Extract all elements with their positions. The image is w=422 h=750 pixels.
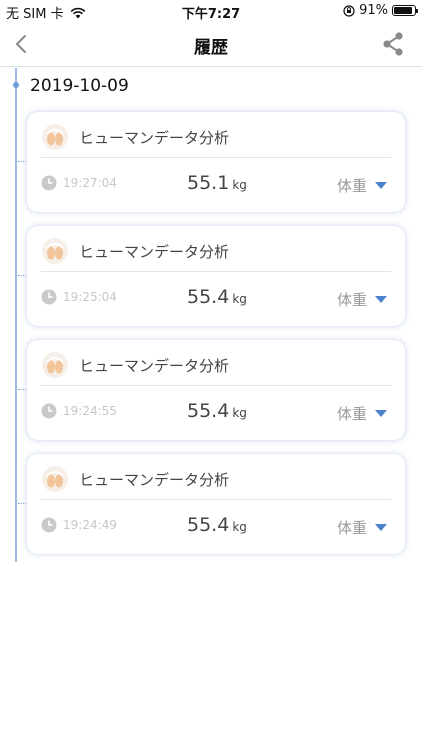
record-time: 19:24:49	[63, 518, 117, 532]
share-icon[interactable]	[380, 31, 406, 57]
record-value: 55.4	[187, 286, 230, 308]
record-title: ヒューマンデータ分析	[79, 243, 230, 261]
clock-icon	[41, 289, 57, 305]
history-record-card[interactable]: ヒューマンデータ分析 19:24:49 55.4 kg 体重	[18, 453, 406, 555]
record-measurement: 55.4 kg	[187, 400, 297, 422]
clock-icon	[41, 175, 57, 191]
battery-percent: 91%	[359, 3, 388, 18]
record-time: 19:24:55	[63, 404, 117, 418]
caret-down-icon[interactable]	[375, 410, 387, 417]
battery-icon	[392, 5, 418, 16]
status-right: 91%	[343, 3, 418, 18]
record-unit: kg	[232, 406, 247, 420]
clock-icon	[41, 517, 57, 533]
record-time: 19:27:04	[63, 176, 117, 190]
status-bar: 无 SIM 卡 下午7:27 91%	[0, 0, 422, 22]
record-measurement: 55.1 kg	[187, 172, 297, 194]
record-unit: kg	[232, 292, 247, 306]
battery-fill	[394, 7, 413, 14]
metric-selector[interactable]: 体重	[337, 289, 367, 310]
record-unit: kg	[232, 520, 247, 534]
rotation-lock-icon	[343, 4, 355, 17]
feet-icon	[42, 238, 68, 264]
record-title: ヒューマンデータ分析	[79, 357, 230, 375]
record-measurement: 55.4 kg	[187, 514, 297, 536]
timeline-tick	[18, 275, 26, 276]
history-record-card[interactable]: ヒューマンデータ分析 19:27:04 55.1 kg 体重	[18, 111, 406, 213]
timeline-dot	[13, 82, 19, 88]
metric-selector[interactable]: 体重	[337, 403, 367, 424]
metric-selector[interactable]: 体重	[337, 175, 367, 196]
clock-icon	[41, 403, 57, 419]
caret-down-icon[interactable]	[375, 524, 387, 531]
history-record-card[interactable]: ヒューマンデータ分析 19:24:55 55.4 kg 体重	[18, 339, 406, 441]
metric-selector[interactable]: 体重	[337, 517, 367, 538]
timeline-line	[15, 68, 17, 562]
caret-down-icon[interactable]	[375, 296, 387, 303]
record-time: 19:25:04	[63, 290, 117, 304]
feet-icon	[42, 124, 68, 150]
timeline-tick	[18, 161, 26, 162]
record-unit: kg	[232, 178, 247, 192]
page-title: 履歴	[194, 38, 228, 58]
history-record-card[interactable]: ヒューマンデータ分析 19:25:04 55.4 kg 体重	[18, 225, 406, 327]
feet-icon	[42, 352, 68, 378]
record-value: 55.1	[187, 172, 230, 194]
record-title: ヒューマンデータ分析	[79, 129, 230, 147]
divider	[41, 157, 391, 158]
record-value: 55.4	[187, 400, 230, 422]
record-measurement: 55.4 kg	[187, 286, 297, 308]
divider	[41, 499, 391, 500]
timeline-date: 2019-10-09	[30, 76, 129, 96]
timeline-tick	[18, 503, 26, 504]
record-title: ヒューマンデータ分析	[79, 471, 230, 489]
divider	[41, 271, 391, 272]
record-value: 55.4	[187, 514, 230, 536]
feet-icon	[42, 466, 68, 492]
nav-bar: 履歴	[0, 22, 422, 67]
timeline-tick	[18, 389, 26, 390]
caret-down-icon[interactable]	[375, 182, 387, 189]
divider	[41, 385, 391, 386]
